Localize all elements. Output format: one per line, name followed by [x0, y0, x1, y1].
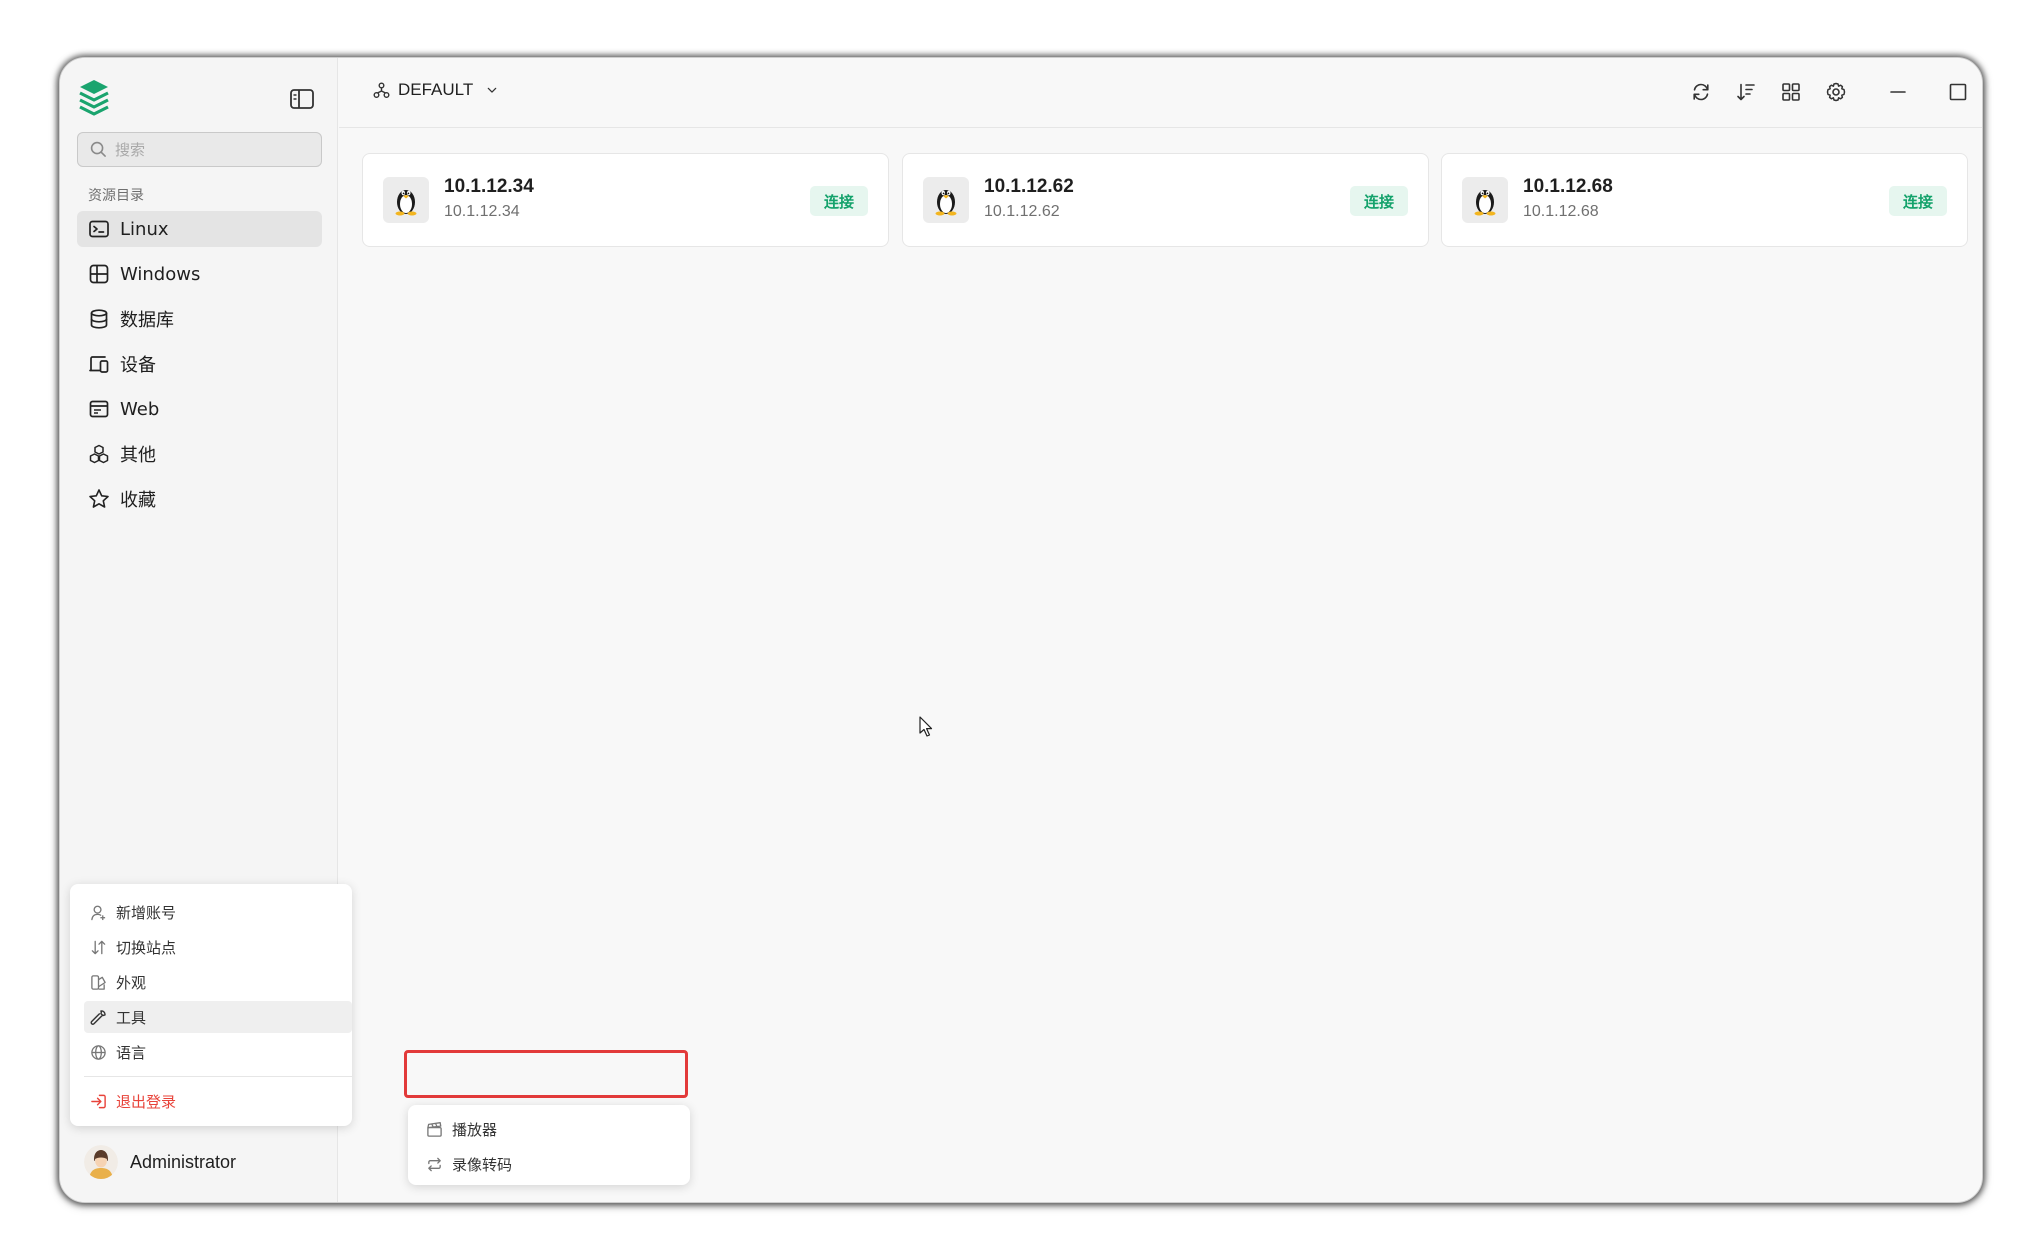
- grid-view-icon[interactable]: [1780, 81, 1802, 103]
- sidebar-item-web[interactable]: Web: [77, 391, 322, 427]
- sidebar-item-label: 其他: [120, 445, 156, 466]
- sidebar-item-devices[interactable]: 设备: [77, 346, 322, 382]
- app-logo-icon: [79, 80, 109, 116]
- switch-icon: [91, 940, 106, 954]
- logout-icon: [91, 1094, 106, 1108]
- search-box[interactable]: [77, 132, 322, 167]
- database-icon: [90, 309, 108, 329]
- mouse-cursor-icon: [919, 716, 933, 737]
- workspace-label: DEFAULT: [398, 80, 474, 99]
- sidebar-item-label: Windows: [120, 263, 201, 285]
- highlight-annotation-box: [404, 1050, 688, 1098]
- sort-icon[interactable]: [1735, 81, 1757, 103]
- host-address: 10.1.12.34: [444, 203, 520, 220]
- linux-penguin-icon: [383, 177, 429, 223]
- host-address: 10.1.12.68: [1523, 203, 1599, 220]
- menu-item-label: 播放器: [452, 1120, 498, 1139]
- menu-item-label: 语言: [116, 1043, 147, 1062]
- host-title: 10.1.12.68: [1523, 176, 1613, 197]
- search-icon: [90, 141, 106, 157]
- minimize-icon[interactable]: [1887, 81, 1909, 103]
- browser-icon: [89, 400, 109, 418]
- palette-icon: [91, 974, 106, 990]
- menu-item-label: 外观: [116, 973, 147, 992]
- menu-divider: [84, 1076, 352, 1077]
- host-card[interactable]: 10.1.12.68 10.1.12.68 连接: [1441, 153, 1968, 247]
- sidebar-item-label: 收藏: [120, 490, 156, 511]
- host-address: 10.1.12.62: [984, 203, 1060, 220]
- sidebar-item-label: 数据库: [120, 310, 174, 331]
- avatar: [84, 1145, 118, 1179]
- menu-item-label: 切换站点: [116, 938, 177, 957]
- windows-icon: [89, 264, 109, 284]
- user-profile-button[interactable]: Administrator: [84, 1145, 236, 1179]
- menu-item-label: 录像转码: [452, 1155, 513, 1174]
- sidebar-item-database[interactable]: 数据库: [77, 301, 322, 337]
- tools-submenu: 播放器 录像转码: [408, 1105, 690, 1185]
- sidebar-item-favorites[interactable]: 收藏: [77, 481, 322, 517]
- chevron-down-icon: [487, 87, 497, 93]
- menu-item-appearance[interactable]: 外观: [84, 966, 344, 998]
- host-title: 10.1.12.62: [984, 176, 1074, 197]
- star-icon: [89, 489, 109, 508]
- menu-item-tools[interactable]: 工具: [84, 1001, 352, 1033]
- user-menu: 新增账号 切换站点 外观 工具 语言 退出登录: [70, 884, 352, 1126]
- sidebar-item-other[interactable]: 其他: [77, 436, 322, 472]
- connect-button[interactable]: 连接: [1349, 186, 1408, 216]
- user-add-icon: [91, 905, 106, 920]
- menu-item-label: 退出登录: [116, 1092, 177, 1111]
- sidebar-toggle-icon[interactable]: [289, 87, 315, 111]
- menu-item-logout[interactable]: 退出登录: [84, 1085, 344, 1117]
- resource-nav: Linux Windows 数据库 设备 Web 其他 收藏: [77, 211, 322, 526]
- menu-item-switch-site[interactable]: 切换站点: [84, 931, 344, 963]
- sidebar-item-windows[interactable]: Windows: [77, 256, 322, 292]
- boxes-icon: [89, 444, 109, 464]
- menu-item-language[interactable]: 语言: [84, 1036, 344, 1068]
- globe-icon: [91, 1044, 106, 1060]
- linux-penguin-icon: [923, 177, 969, 223]
- host-card[interactable]: 10.1.12.62 10.1.12.62 连接: [902, 153, 1429, 247]
- connect-button[interactable]: 连接: [1888, 186, 1947, 216]
- settings-icon[interactable]: [1825, 81, 1847, 103]
- section-title: 资源目录: [88, 188, 144, 204]
- top-bar: DEFAULT: [339, 58, 1982, 128]
- menu-item-add-account[interactable]: 新增账号: [84, 896, 344, 928]
- host-card[interactable]: 10.1.12.34 10.1.12.34 连接: [362, 153, 889, 247]
- menu-item-label: 工具: [116, 1008, 147, 1027]
- connect-button[interactable]: 连接: [809, 186, 868, 216]
- maximize-icon[interactable]: [1947, 81, 1969, 103]
- sidebar-item-linux[interactable]: Linux: [77, 211, 322, 247]
- search-input[interactable]: [115, 140, 305, 159]
- repeat-icon: [428, 1157, 441, 1171]
- refresh-icon[interactable]: [1690, 81, 1712, 103]
- workspace-icon: [373, 82, 390, 98]
- menu-item-video-transcode[interactable]: 录像转码: [420, 1148, 682, 1180]
- linux-penguin-icon: [1462, 177, 1508, 223]
- devices-icon: [89, 356, 109, 373]
- sidebar-item-label: 设备: [120, 355, 156, 376]
- terminal-icon: [89, 220, 109, 238]
- app-window: 资源目录 Linux Windows: [59, 57, 1983, 1203]
- sidebar-item-label: Linux: [120, 218, 169, 240]
- workspace-selector[interactable]: DEFAULT: [373, 80, 499, 100]
- user-name: Administrator: [130, 1151, 237, 1172]
- host-title: 10.1.12.34: [444, 176, 534, 197]
- menu-item-player[interactable]: 播放器: [420, 1113, 682, 1145]
- wrench-icon: [90, 1009, 106, 1025]
- clapperboard-icon: [427, 1121, 442, 1137]
- menu-item-label: 新增账号: [116, 903, 177, 922]
- sidebar-item-label: Web: [120, 398, 160, 420]
